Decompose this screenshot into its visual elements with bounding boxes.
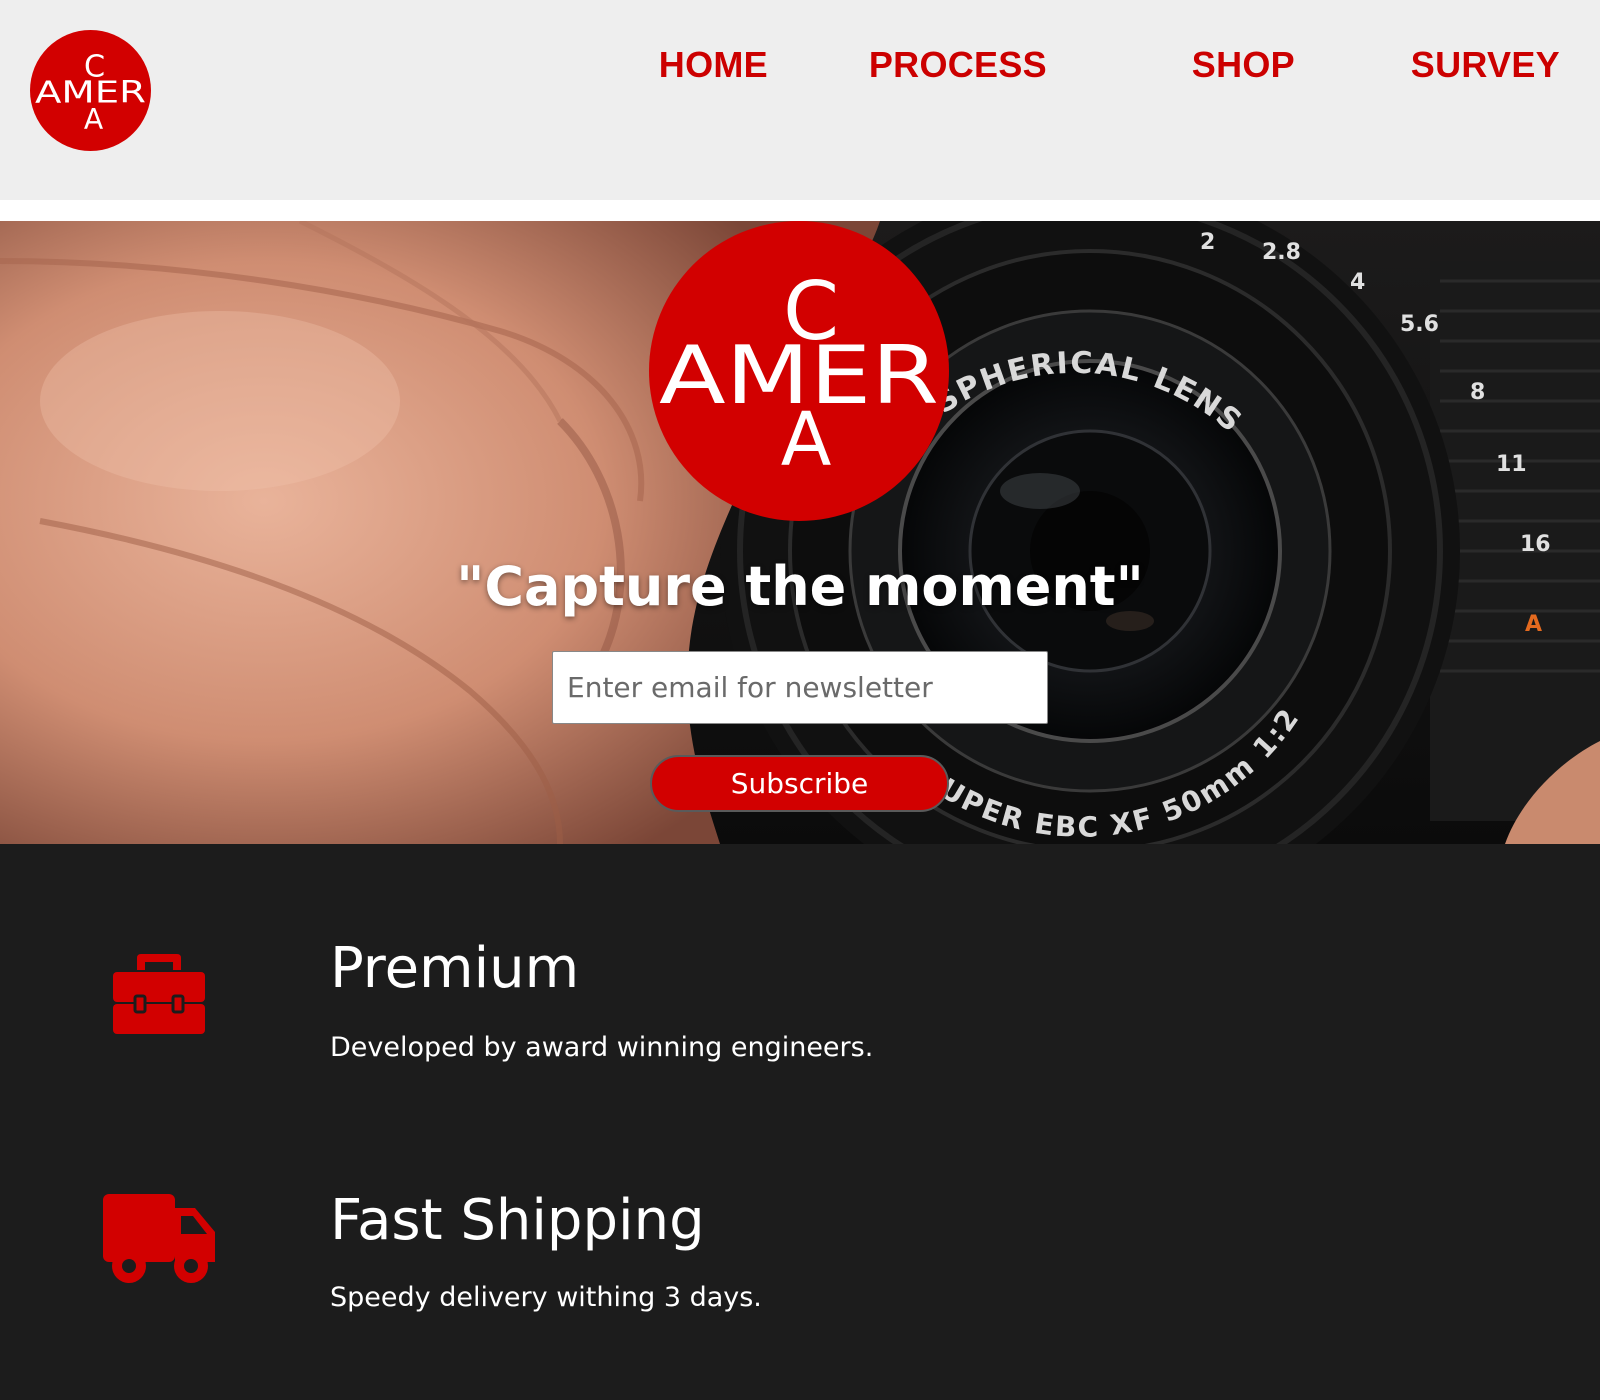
hero-logo-letter-bottom: A (781, 397, 832, 483)
aperture-scale-8: 8 (1470, 380, 1485, 405)
aperture-scale-2-8: 2.8 (1262, 240, 1301, 265)
nav-home[interactable]: HOME (659, 44, 768, 86)
aperture-scale-16: 16 (1520, 532, 1551, 557)
newsletter-email-input[interactable] (552, 651, 1048, 724)
aperture-scale-5-6: 5.6 (1400, 312, 1439, 337)
aperture-scale-4: 4 (1350, 270, 1365, 295)
subscribe-button[interactable]: Subscribe (650, 755, 949, 812)
nav-process[interactable]: PROCESS (869, 44, 1047, 86)
feature-title: Premium (330, 936, 580, 1001)
features-section: Premium Developed by award winning engin… (0, 844, 1600, 1400)
hero-section: ON ASPHERICAL LENS SUPER EBC XF 50mm 1:2… (0, 221, 1600, 844)
aperture-scale-11: 11 (1496, 452, 1527, 477)
hero-camera-logo-icon: C AMER A (649, 221, 949, 521)
site-header: C AMER A HOME PROCESS SHOP SURVEY (0, 0, 1600, 200)
feature-title: Fast Shipping (330, 1188, 705, 1253)
feature-description: Speedy delivery withing 3 days. (330, 1282, 762, 1313)
header-divider (0, 200, 1600, 221)
nav-survey[interactable]: SURVEY (1411, 44, 1560, 86)
camera-logo-icon[interactable]: C AMER A (30, 30, 151, 151)
logo-letter-bottom: A (84, 103, 104, 136)
truck-icon (103, 1194, 215, 1283)
nav-shop[interactable]: SHOP (1192, 44, 1295, 86)
toolbox-icon (113, 954, 205, 1034)
feature-item-premium: Premium Developed by award winning engin… (0, 936, 1600, 1164)
feature-description: Developed by award winning engineers. (330, 1032, 874, 1063)
hero-tagline: "Capture the moment" (456, 555, 1144, 618)
aperture-scale-2: 2 (1200, 230, 1215, 255)
feature-item-fast-shipping: Fast Shipping Speedy delivery withing 3 … (0, 1188, 1600, 1400)
